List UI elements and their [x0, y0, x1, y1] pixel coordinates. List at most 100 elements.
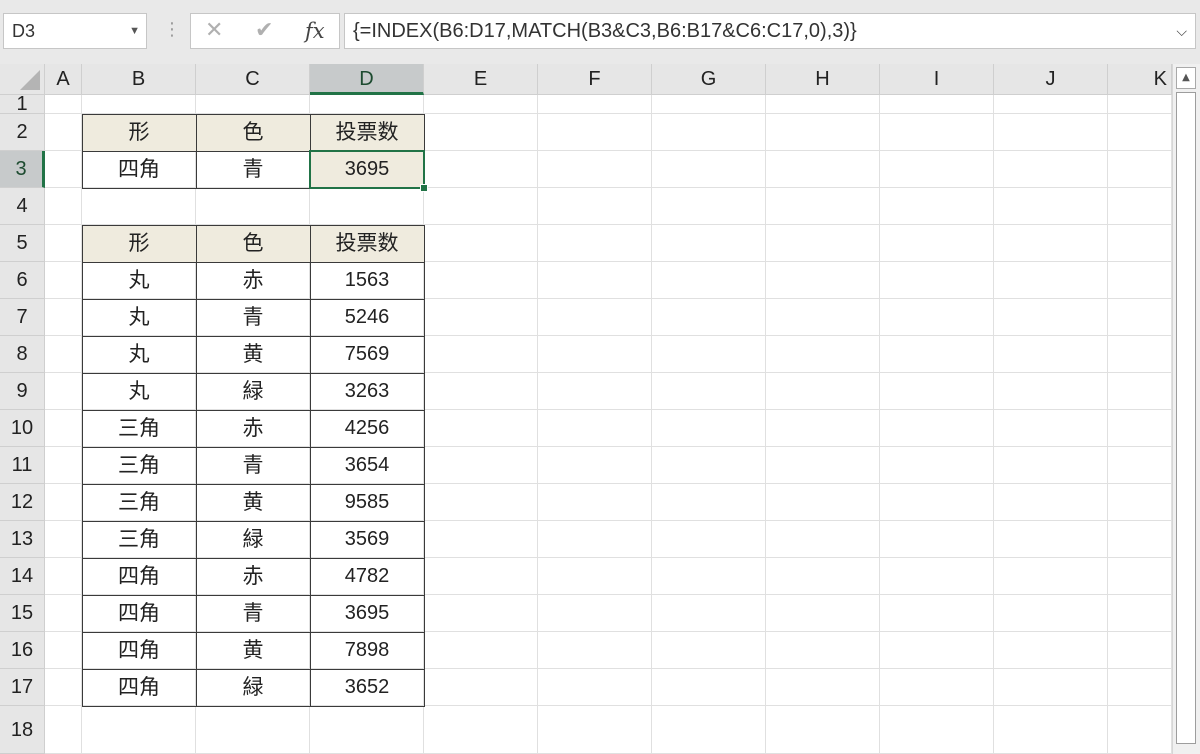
vertical-scrollbar[interactable]: ▲	[1172, 64, 1200, 754]
formula-bar: D3 ▼ ⋮ ✕ ✔ fx {=INDEX(B6:D17,MATCH(B3&C3…	[0, 0, 1200, 64]
table-border	[82, 447, 424, 448]
column-header-d[interactable]: D	[310, 64, 424, 95]
lookup-color-cell[interactable]: 青	[196, 151, 310, 188]
table-cell[interactable]: 三角	[82, 484, 196, 521]
table-cell[interactable]: 四角	[82, 558, 196, 595]
table-border	[82, 373, 424, 374]
insert-function-icon[interactable]: fx	[305, 14, 325, 48]
table-cell[interactable]: 3652	[310, 669, 424, 706]
table-border	[310, 225, 311, 706]
formula-input[interactable]: {=INDEX(B6:D17,MATCH(B3&C3,B6:B17&C6:C17…	[344, 13, 1196, 49]
gridline	[651, 95, 652, 754]
table-cell[interactable]: 三角	[82, 410, 196, 447]
row-header-18[interactable]: 18	[0, 706, 45, 754]
chevron-down-icon[interactable]: ⌵	[1176, 14, 1187, 48]
table-cell[interactable]: 青	[196, 447, 310, 484]
table-cell[interactable]: 四角	[82, 595, 196, 632]
table-cell[interactable]: 3569	[310, 521, 424, 558]
column-header-c[interactable]: C	[196, 64, 310, 95]
table-cell[interactable]: 青	[196, 299, 310, 336]
table-border	[82, 336, 424, 337]
lookup-result-cell[interactable]: 3695	[310, 151, 424, 188]
row-header-11[interactable]: 11	[0, 447, 45, 484]
table-cell[interactable]: 黄	[196, 336, 310, 373]
table-cell[interactable]: 3654	[310, 447, 424, 484]
enter-icon[interactable]: ✔	[255, 14, 273, 48]
column-header-g[interactable]: G	[652, 64, 766, 95]
table-cell[interactable]: 丸	[82, 299, 196, 336]
lookup-header-cell[interactable]: 色	[196, 114, 310, 151]
lookup-header-cell[interactable]: 投票数	[310, 114, 424, 151]
table-cell[interactable]: 四角	[82, 669, 196, 706]
column-header-i[interactable]: I	[880, 64, 994, 95]
table-cell[interactable]: 4782	[310, 558, 424, 595]
lookup-header-cell[interactable]: 形	[82, 114, 196, 151]
table-cell[interactable]: 4256	[310, 410, 424, 447]
table-cell[interactable]: 丸	[82, 336, 196, 373]
row-header-17[interactable]: 17	[0, 669, 45, 706]
row-header-15[interactable]: 15	[0, 595, 45, 632]
table-border	[196, 114, 197, 188]
column-header-h[interactable]: H	[766, 64, 880, 95]
row-header-13[interactable]: 13	[0, 521, 45, 558]
table-cell[interactable]: 赤	[196, 262, 310, 299]
cancel-icon[interactable]: ✕	[205, 14, 223, 48]
table-cell[interactable]: 5246	[310, 299, 424, 336]
row-header-14[interactable]: 14	[0, 558, 45, 595]
table-cell[interactable]: 丸	[82, 373, 196, 410]
gridline	[879, 95, 880, 754]
table-cell[interactable]: 3695	[310, 595, 424, 632]
table-header-cell[interactable]: 形	[82, 225, 196, 262]
row-header-9[interactable]: 9	[0, 373, 45, 410]
row-header-16[interactable]: 16	[0, 632, 45, 669]
name-box[interactable]: D3 ▼	[3, 13, 147, 49]
row-header-12[interactable]: 12	[0, 484, 45, 521]
table-cell[interactable]: 緑	[196, 373, 310, 410]
gridline	[765, 95, 766, 754]
table-cell[interactable]: 黄	[196, 484, 310, 521]
table-cell[interactable]: 三角	[82, 447, 196, 484]
row-header-8[interactable]: 8	[0, 336, 45, 373]
column-header-f[interactable]: F	[538, 64, 652, 95]
table-cell[interactable]: 9585	[310, 484, 424, 521]
table-cell[interactable]: 緑	[196, 521, 310, 558]
table-cell[interactable]: 3263	[310, 373, 424, 410]
gridline	[993, 95, 994, 754]
table-cell[interactable]: 丸	[82, 262, 196, 299]
table-cell[interactable]: 三角	[82, 521, 196, 558]
scroll-up-icon[interactable]: ▲	[1176, 67, 1196, 89]
gridline	[537, 95, 538, 754]
column-header-a[interactable]: A	[45, 64, 82, 95]
table-cell[interactable]: 赤	[196, 558, 310, 595]
table-header-cell[interactable]: 投票数	[310, 225, 424, 262]
table-header-cell[interactable]: 色	[196, 225, 310, 262]
table-cell[interactable]: 黄	[196, 632, 310, 669]
row-header-2[interactable]: 2	[0, 114, 45, 151]
row-header-3[interactable]: 3	[0, 151, 45, 188]
table-cell[interactable]: 四角	[82, 632, 196, 669]
row-header-7[interactable]: 7	[0, 299, 45, 336]
column-header-e[interactable]: E	[424, 64, 538, 95]
table-cell[interactable]: 7898	[310, 632, 424, 669]
row-header-10[interactable]: 10	[0, 410, 45, 447]
table-border	[82, 521, 424, 522]
select-all-button[interactable]	[0, 64, 45, 95]
table-cell[interactable]: 青	[196, 595, 310, 632]
row-header-6[interactable]: 6	[0, 262, 45, 299]
column-header-j[interactable]: J	[994, 64, 1108, 95]
fill-handle[interactable]	[420, 184, 428, 192]
table-border	[82, 262, 424, 263]
table-cell[interactable]: 7569	[310, 336, 424, 373]
table-cell[interactable]: 1563	[310, 262, 424, 299]
row-header-4[interactable]: 4	[0, 188, 45, 225]
scrollbar-thumb[interactable]	[1176, 92, 1196, 744]
table-cell[interactable]: 緑	[196, 669, 310, 706]
row-header-1[interactable]: 1	[0, 94, 45, 114]
row-header-5[interactable]: 5	[0, 225, 45, 262]
column-header-k[interactable]: K	[1108, 64, 1172, 95]
table-cell[interactable]: 赤	[196, 410, 310, 447]
caret-down-icon[interactable]: ▼	[129, 14, 140, 48]
lookup-shape-cell[interactable]: 四角	[82, 151, 196, 188]
table-border	[82, 632, 424, 633]
column-header-b[interactable]: B	[82, 64, 196, 95]
